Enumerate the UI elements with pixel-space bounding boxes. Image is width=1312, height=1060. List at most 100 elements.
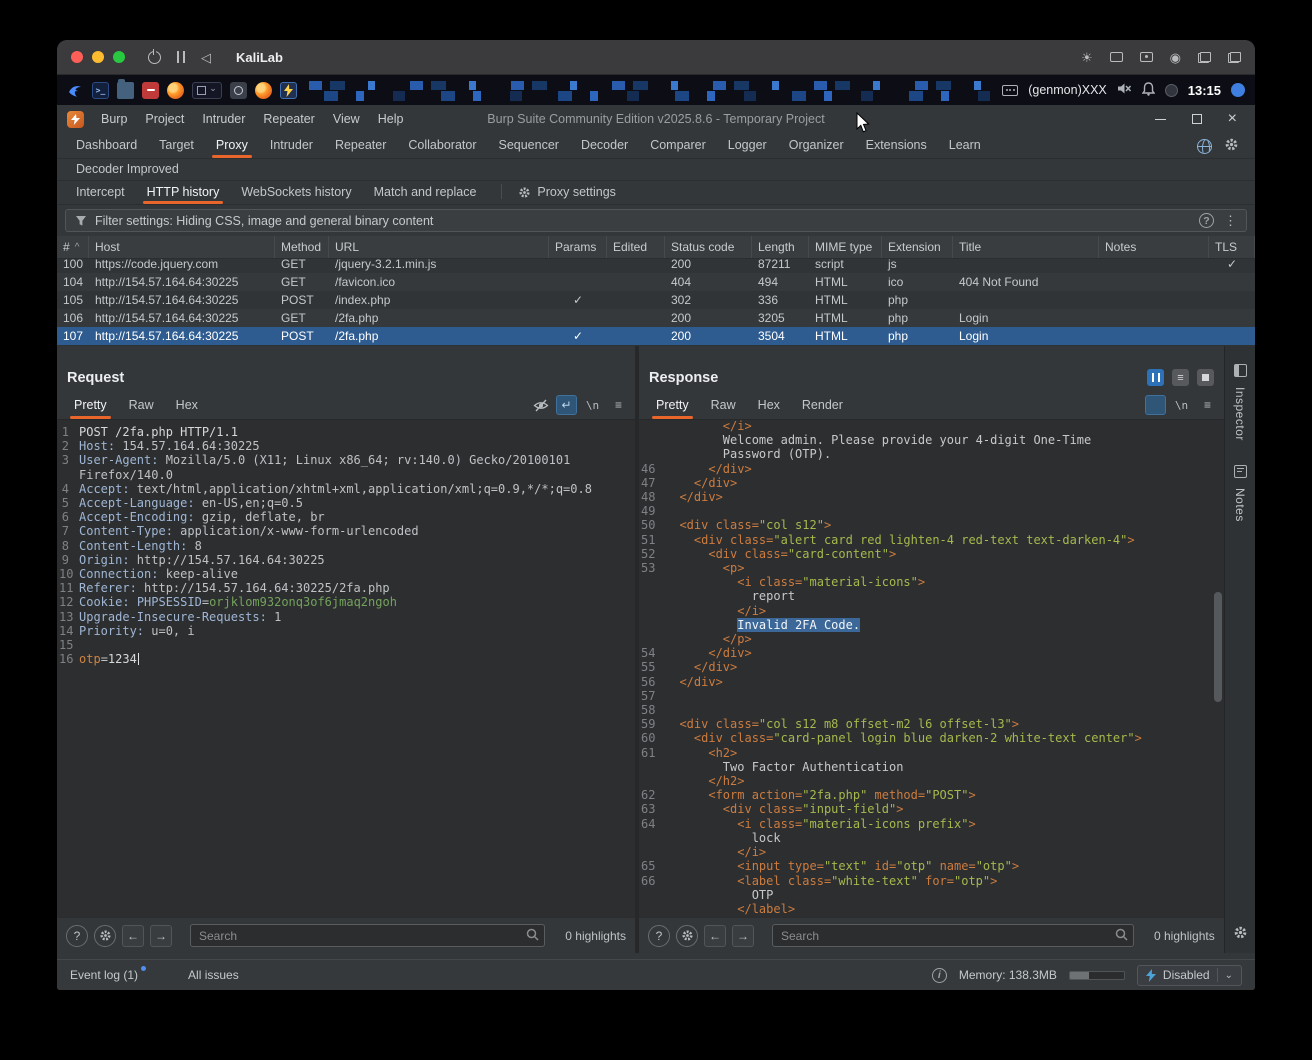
tab-decoder[interactable]: Decoder xyxy=(570,133,639,158)
intercept-toggle[interactable]: Disabled ⌄ xyxy=(1136,964,1242,986)
next-match-button[interactable]: → xyxy=(150,924,172,947)
column-header-method[interactable]: Method xyxy=(275,236,329,258)
maximize-icon[interactable] xyxy=(1191,114,1202,124)
text-editor-icon[interactable] xyxy=(142,81,159,99)
rows-button[interactable]: ≡ xyxy=(1172,369,1189,386)
column-header--[interactable]: # ^ xyxy=(57,236,89,258)
notes-icon[interactable] xyxy=(1233,464,1247,478)
kali-menu-icon[interactable] xyxy=(67,82,84,99)
stop-button[interactable] xyxy=(1197,369,1214,386)
keyboard-icon[interactable] xyxy=(1002,84,1019,96)
menu-view[interactable]: View xyxy=(324,108,369,130)
table-row[interactable]: 106 http://154.57.164.64:30225 GET/2fa.php… xyxy=(57,309,1255,327)
tab-comparer[interactable]: Comparer xyxy=(639,133,717,158)
menu-intruder[interactable]: Intruder xyxy=(193,108,254,130)
tab-organizer[interactable]: Organizer xyxy=(778,133,855,158)
browser-globe-icon[interactable] xyxy=(1197,138,1212,154)
inspector-tab[interactable]: Inspector xyxy=(1233,387,1247,441)
settings-gear-icon[interactable] xyxy=(1224,137,1239,155)
minimize-window-button[interactable] xyxy=(92,51,104,63)
wrap-icon[interactable] xyxy=(1145,395,1166,415)
column-header-length[interactable]: Length xyxy=(752,236,809,258)
prev-match-button[interactable]: ← xyxy=(122,924,144,947)
tab-proxy[interactable]: Proxy xyxy=(205,133,259,158)
scrollbar-thumb[interactable] xyxy=(1214,592,1222,702)
tab-collaborator[interactable]: Collaborator xyxy=(397,133,487,158)
tab-pretty[interactable]: Pretty xyxy=(645,393,700,419)
zoom-window-button[interactable] xyxy=(113,51,125,63)
column-header-url[interactable]: URL xyxy=(329,236,549,258)
event-log-button[interactable]: Event log (1) xyxy=(70,966,147,982)
minimize-icon[interactable] xyxy=(1154,118,1166,120)
gear-icon[interactable] xyxy=(676,924,698,947)
tab-http-history[interactable]: HTTP history xyxy=(136,181,231,204)
tab-dashboard[interactable]: Dashboard xyxy=(65,133,148,158)
camera-icon[interactable] xyxy=(1109,52,1123,62)
column-header-params[interactable]: Params xyxy=(549,236,607,258)
wrap-icon[interactable]: ↵ xyxy=(556,395,577,415)
close-window-button[interactable] xyxy=(71,51,83,63)
tab-learn[interactable]: Learn xyxy=(938,133,992,158)
menu-burp[interactable]: Burp xyxy=(92,108,136,130)
table-row[interactable]: 105 http://154.57.164.64:30225 POST/index.… xyxy=(57,291,1255,309)
firefox-icon[interactable] xyxy=(167,81,184,99)
column-header-host[interactable]: Host xyxy=(89,236,275,258)
column-header-tls[interactable]: TLS xyxy=(1209,236,1255,258)
inspector-icon[interactable] xyxy=(1233,364,1247,377)
newline-icon[interactable]: \n xyxy=(582,395,603,415)
copy-icon[interactable] xyxy=(1228,51,1241,63)
tab-raw[interactable]: Raw xyxy=(118,393,165,419)
volume-muted-icon[interactable] xyxy=(1117,82,1132,98)
help-icon[interactable]: ? xyxy=(648,924,670,947)
help-icon[interactable]: ? xyxy=(66,924,88,947)
prev-match-button[interactable]: ← xyxy=(704,924,726,947)
column-header-edited[interactable]: Edited xyxy=(607,236,665,258)
record-icon[interactable]: ◉ xyxy=(1170,51,1181,64)
tab-repeater[interactable]: Repeater xyxy=(324,133,397,158)
tab-match-and-replace[interactable]: Match and replace xyxy=(363,181,488,204)
column-header-notes[interactable]: Notes xyxy=(1099,236,1209,258)
windows-icon[interactable] xyxy=(1198,51,1211,63)
response-editor[interactable]: </i> Welcome admin. Please provide your … xyxy=(639,420,1224,917)
tab-hex[interactable]: Hex xyxy=(165,393,209,419)
menu-repeater[interactable]: Repeater xyxy=(254,108,323,130)
file-manager-icon[interactable] xyxy=(117,78,134,99)
tab-pretty[interactable]: Pretty xyxy=(63,393,118,419)
help-icon[interactable]: ? xyxy=(1199,213,1214,228)
tab-raw[interactable]: Raw xyxy=(700,393,747,419)
tab-sequencer[interactable]: Sequencer xyxy=(487,133,569,158)
next-match-button[interactable]: → xyxy=(732,924,754,947)
column-header-mime-type[interactable]: MIME type xyxy=(809,236,882,258)
tab-websockets-history[interactable]: WebSockets history xyxy=(230,181,362,204)
pause-icon[interactable] xyxy=(177,51,185,63)
tab-target[interactable]: Target xyxy=(148,133,205,158)
burp-app-icon[interactable] xyxy=(280,81,297,99)
notes-tab[interactable]: Notes xyxy=(1233,488,1247,522)
workspace-switcher[interactable] xyxy=(192,81,222,99)
newline-icon[interactable]: \n xyxy=(1171,395,1192,415)
brightness-icon[interactable]: ☀ xyxy=(1081,51,1093,64)
menu-icon[interactable]: ≡ xyxy=(608,395,629,415)
request-editor[interactable]: 1 POST /2fa.php HTTP/1.1 2 Host: 154.57.164… xyxy=(57,420,635,917)
terminal-icon[interactable]: >_ xyxy=(92,81,109,99)
column-header-title[interactable]: Title xyxy=(953,236,1099,258)
back-icon[interactable]: ◁ xyxy=(201,51,211,64)
tab-extensions[interactable]: Extensions xyxy=(855,133,938,158)
menu-help[interactable]: Help xyxy=(369,108,413,130)
column-header-extension[interactable]: Extension xyxy=(882,236,953,258)
search-input[interactable] xyxy=(772,924,1134,947)
menu-orb-icon[interactable] xyxy=(1231,83,1245,97)
drive-icon[interactable] xyxy=(1139,52,1153,62)
filter-settings-bar[interactable]: Filter settings: Hiding CSS, image and g… xyxy=(65,209,1247,232)
menu-project[interactable]: Project xyxy=(136,108,193,130)
gear-icon[interactable] xyxy=(1233,925,1248,943)
tab-hex[interactable]: Hex xyxy=(747,393,791,419)
tab-intercept[interactable]: Intercept xyxy=(65,181,136,204)
search-input[interactable] xyxy=(190,924,546,947)
power-icon[interactable] xyxy=(148,48,161,64)
close-icon[interactable]: × xyxy=(1228,111,1237,127)
gear-icon[interactable] xyxy=(94,924,116,947)
status-orb-icon[interactable] xyxy=(1164,83,1178,97)
tab-decoder-improved[interactable]: Decoder Improved xyxy=(65,159,190,180)
more-options-icon[interactable]: ⋮ xyxy=(1224,213,1237,229)
